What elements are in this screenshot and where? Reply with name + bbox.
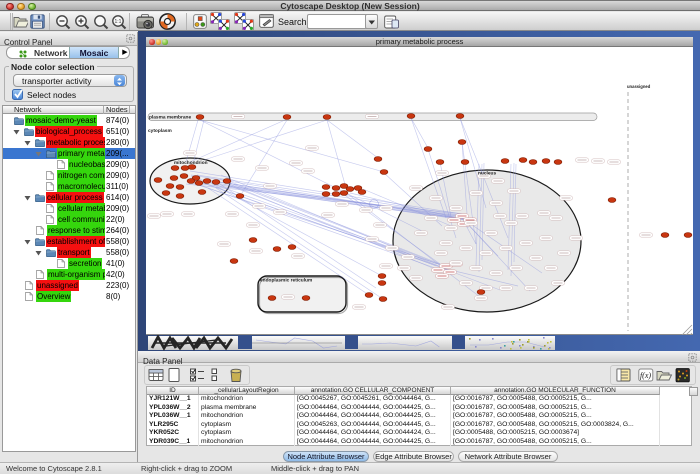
svg-text:f(x): f(x) bbox=[640, 371, 651, 380]
svg-text:unassigned: unassigned bbox=[627, 84, 651, 89]
svg-text:nucleus: nucleus bbox=[478, 171, 496, 177]
svg-text:endoplasmic reticulum: endoplasmic reticulum bbox=[260, 278, 312, 284]
svg-text:mitochondrion: mitochondrion bbox=[174, 160, 208, 166]
svg-text:cytoplasm: cytoplasm bbox=[148, 128, 172, 134]
svg-text:plasma membrane: plasma membrane bbox=[149, 115, 191, 121]
svg-text:1:1: 1:1 bbox=[115, 19, 122, 25]
